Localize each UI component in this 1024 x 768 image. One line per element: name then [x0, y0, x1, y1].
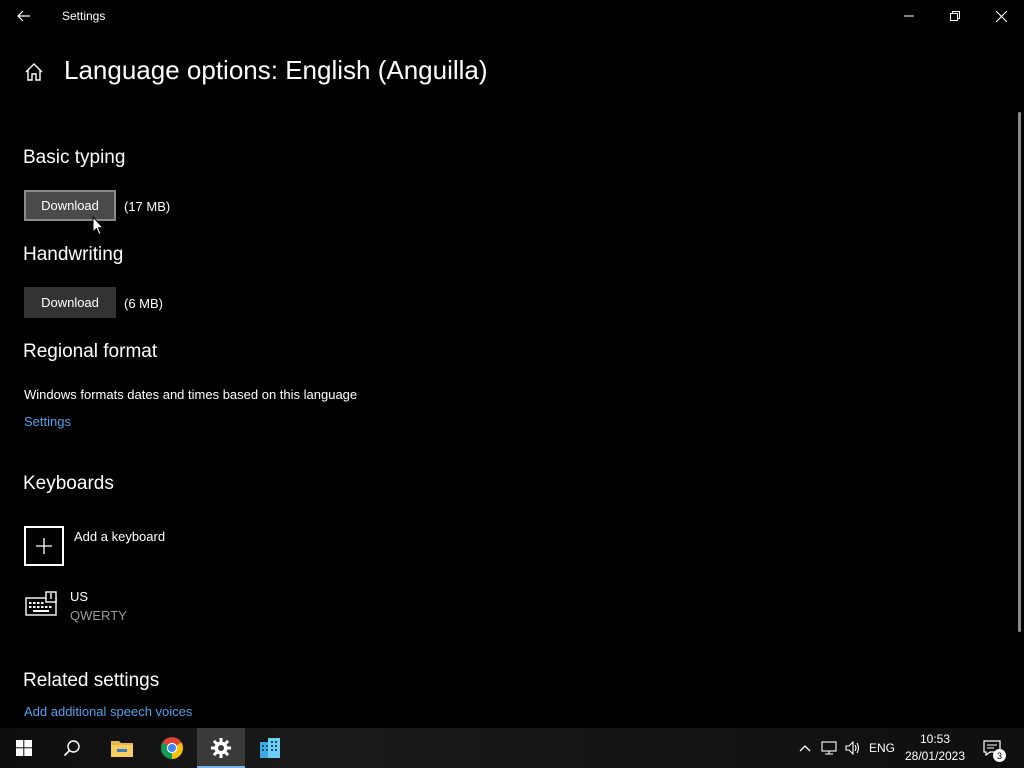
speech-voices-link[interactable]: Add additional speech voices: [24, 704, 192, 719]
notification-badge: 3: [993, 749, 1006, 762]
chrome-icon: [161, 737, 183, 759]
taskbar: ENG 10:53 28/01/2023: [0, 728, 1024, 768]
back-arrow-icon: [17, 10, 30, 22]
keyboard-layout: QWERTY: [70, 608, 127, 623]
basic-typing-heading: Basic typing: [23, 147, 126, 168]
regional-format-settings-link[interactable]: Settings: [24, 414, 71, 429]
restore-icon: [950, 11, 960, 21]
close-icon: [995, 10, 1007, 22]
volume-button[interactable]: [842, 728, 864, 768]
close-button[interactable]: [978, 0, 1024, 32]
page-title: Language options: English (Anguilla): [64, 55, 488, 85]
folder-icon: [111, 741, 133, 757]
start-button[interactable]: [0, 728, 48, 768]
app-taskbar-button[interactable]: [246, 728, 294, 768]
keyboard-name: US: [70, 589, 89, 604]
home-icon: [25, 63, 43, 81]
add-keyboard-button[interactable]: [24, 526, 64, 566]
search-button[interactable]: [48, 728, 96, 768]
clock-time: 10:53: [919, 732, 951, 746]
window-title: Settings: [62, 9, 106, 23]
handwriting-size: (6 MB): [124, 296, 163, 311]
handwriting-download-button[interactable]: Download: [24, 287, 116, 318]
file-explorer-button[interactable]: [98, 728, 146, 768]
windows-logo-icon: [16, 740, 32, 756]
gear-icon: [211, 738, 231, 758]
minimize-button[interactable]: [886, 0, 932, 32]
building-icon: [260, 738, 280, 758]
network-button[interactable]: [818, 728, 840, 768]
clock-date: 28/01/2023: [904, 749, 966, 763]
network-icon: [821, 741, 837, 755]
regional-format-heading: Regional format: [23, 341, 158, 362]
minimize-icon: [904, 15, 914, 17]
show-hidden-icons-button[interactable]: [795, 728, 815, 768]
title-bar: Settings: [0, 0, 1024, 32]
keyboard-icon: [25, 591, 57, 616]
chrome-button[interactable]: [148, 728, 196, 768]
settings-taskbar-button[interactable]: [197, 728, 245, 768]
related-settings-heading: Related settings: [23, 670, 160, 691]
chevron-up-icon: [799, 745, 811, 752]
notification-center-button[interactable]: [978, 728, 1006, 768]
search-icon: [63, 740, 80, 757]
clock[interactable]: 10:53 28/01/2023: [900, 731, 970, 765]
basic-typing-size: (17 MB): [124, 199, 171, 214]
regional-format-description: Windows formats dates and times based on…: [24, 387, 358, 402]
restore-button[interactable]: [932, 0, 978, 32]
home-button[interactable]: [20, 58, 48, 86]
scrollbar[interactable]: [1018, 112, 1021, 632]
add-keyboard-label[interactable]: Add a keyboard: [74, 529, 165, 544]
plus-icon: [36, 538, 52, 554]
mouse-cursor-icon: [92, 216, 104, 236]
back-button[interactable]: [8, 0, 40, 32]
handwriting-heading: Handwriting: [23, 244, 124, 265]
speaker-icon: [845, 741, 860, 755]
keyboards-heading: Keyboards: [23, 473, 114, 494]
language-indicator[interactable]: ENG: [866, 728, 898, 768]
